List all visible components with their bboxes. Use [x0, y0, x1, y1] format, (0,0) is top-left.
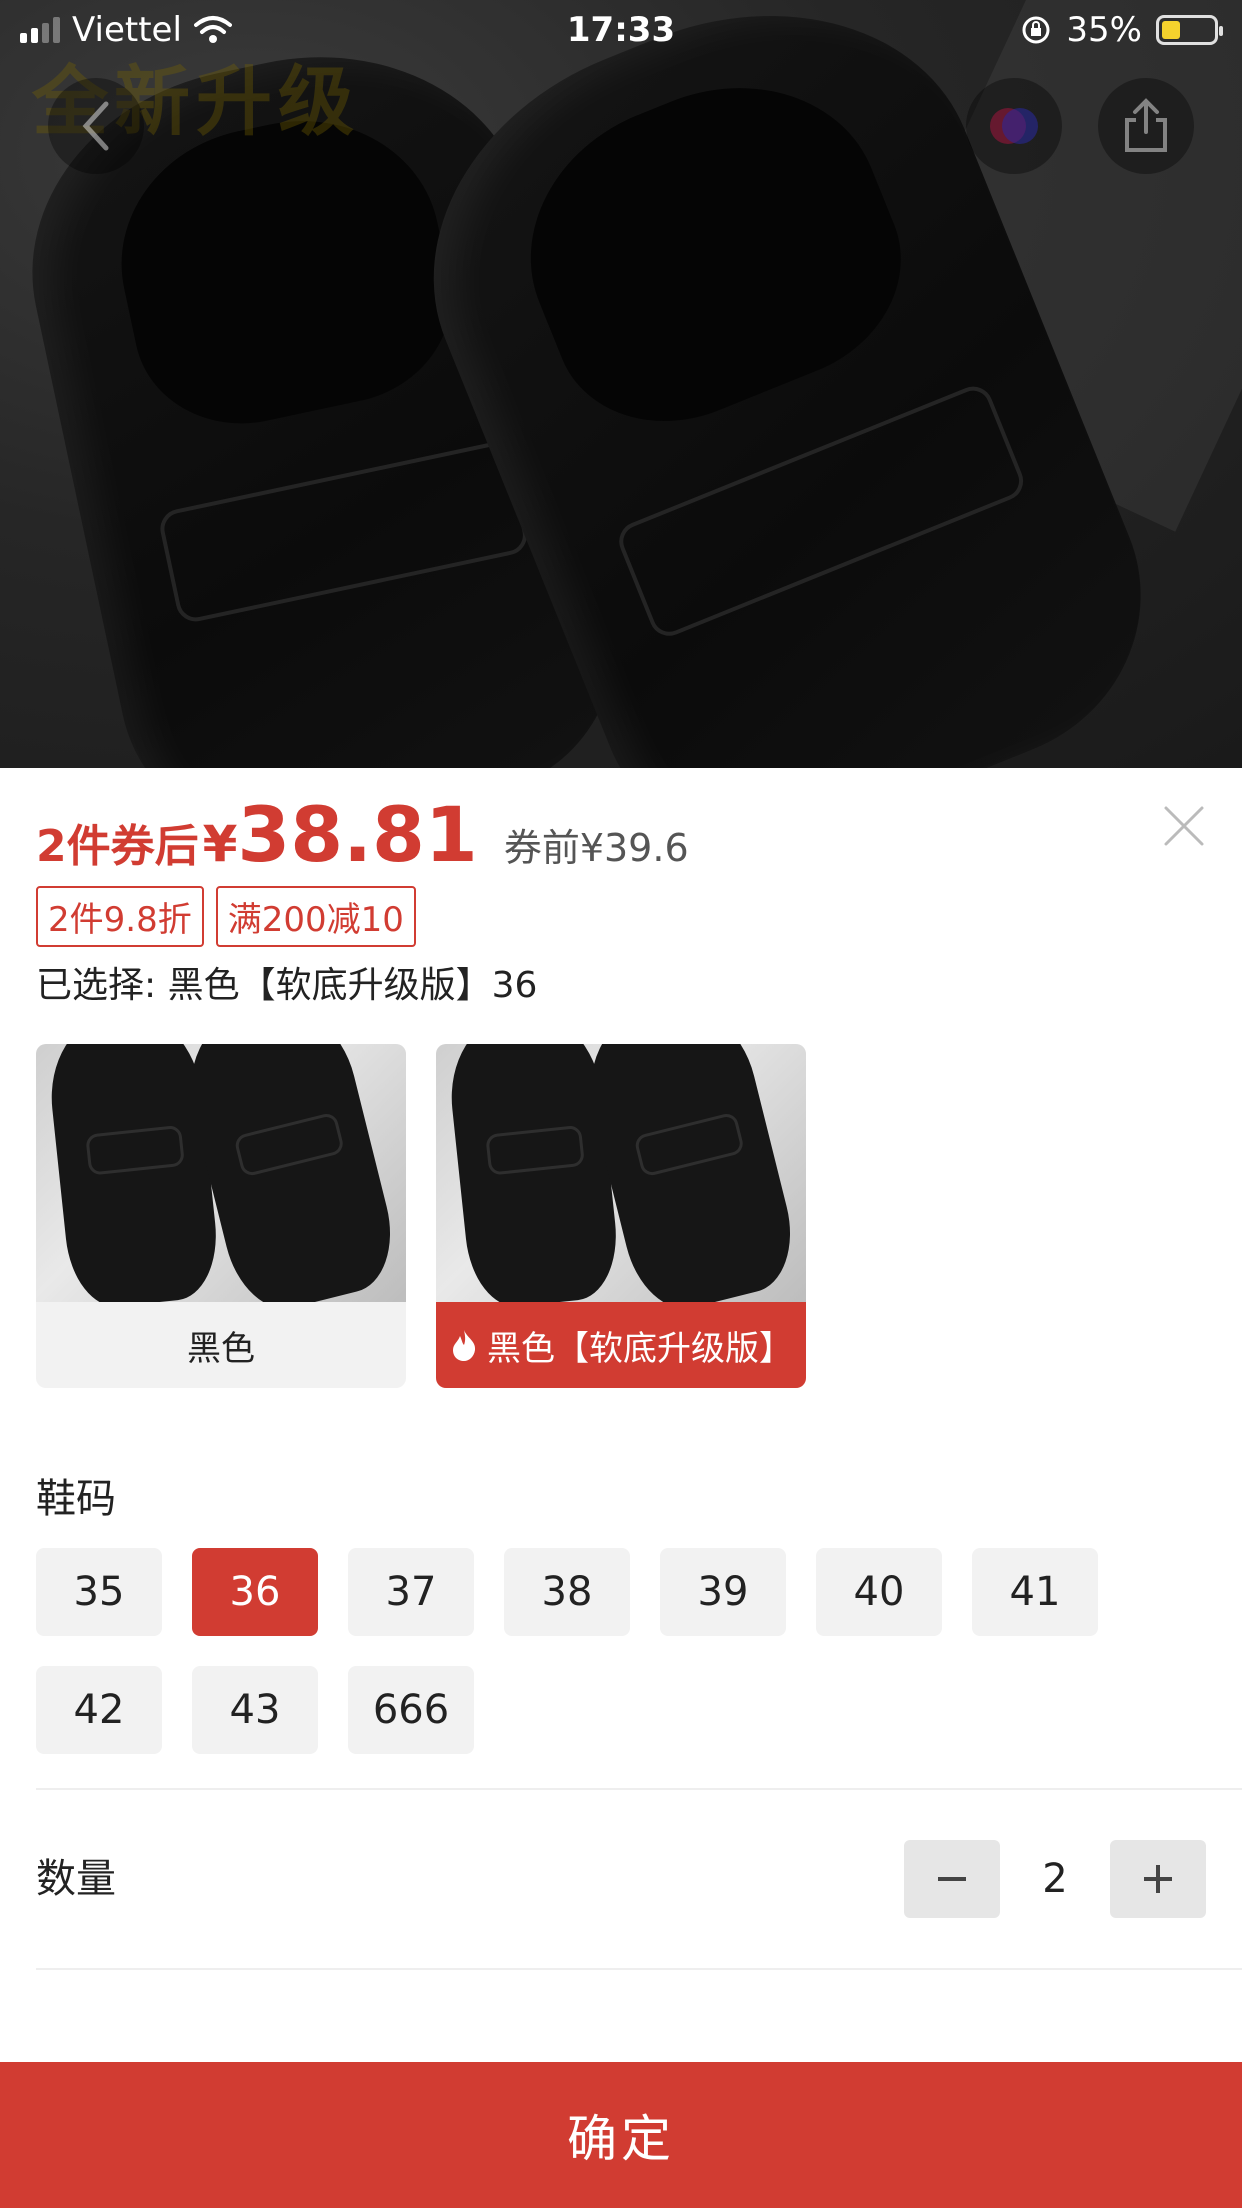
confirm-button[interactable]: 确定 [0, 2062, 1242, 2208]
quantity-stepper: 2 [904, 1840, 1206, 1918]
price-before-coupon: 券前¥39.6 [503, 826, 689, 870]
promo-tag: 满200减10 [215, 886, 416, 947]
price-currency: ¥ [202, 815, 238, 873]
size-option-41[interactable]: 41 [972, 1548, 1098, 1636]
variant-option-black-soft-sole[interactable]: 黑色【软底升级版】 [436, 1044, 806, 1388]
variant-label: 黑色【软底升级版】 [436, 1302, 806, 1388]
size-section-title: 鞋码 [36, 1476, 116, 1522]
price-row: 2件券后 ¥ 38.81 券前¥39.6 [36, 790, 689, 879]
flame-icon [453, 1330, 476, 1361]
divider [36, 1968, 1242, 1970]
variant-thumbnail [36, 1044, 406, 1302]
selected-summary: 已选择: 黑色【软底升级版】36 [36, 965, 538, 1006]
minus-icon [938, 1877, 966, 1881]
price-prefix: 2件券后 [36, 821, 199, 872]
status-bar: Viettel 17:33 35% [0, 0, 1242, 64]
favorite-button[interactable] [966, 78, 1062, 174]
increment-button[interactable] [1110, 1840, 1206, 1918]
size-option-42[interactable]: 42 [36, 1666, 162, 1754]
product-hero-image: 全新升级 Viettel 17:33 35% [0, 0, 1242, 768]
chevron-left-icon [82, 101, 109, 151]
battery-percent: 35% [1066, 10, 1142, 50]
size-option-37[interactable]: 37 [348, 1548, 474, 1636]
share-button[interactable] [1098, 78, 1194, 174]
battery-icon [1156, 15, 1223, 45]
quantity-title: 数量 [36, 1856, 116, 1902]
variant-label: 黑色 [36, 1302, 406, 1388]
size-option-43[interactable]: 43 [192, 1666, 318, 1754]
back-button[interactable] [48, 78, 144, 174]
size-option-40[interactable]: 40 [816, 1548, 942, 1636]
size-option-36[interactable]: 36 [192, 1548, 318, 1636]
variant-label-text: 黑色 [187, 1328, 255, 1369]
price-value: 38.81 [237, 790, 478, 879]
close-icon[interactable] [1162, 804, 1206, 848]
size-option-38[interactable]: 38 [504, 1548, 630, 1636]
decrement-button[interactable] [904, 1840, 1000, 1918]
promo-tags: 2件9.8折 满200减10 [36, 886, 416, 947]
quantity-value[interactable]: 2 [1000, 1856, 1110, 1902]
share-icon [1125, 98, 1167, 152]
variant-label-text: 黑色【软底升级版】 [487, 1328, 793, 1369]
size-option-39[interactable]: 39 [660, 1548, 786, 1636]
promo-tag: 2件9.8折 [36, 886, 204, 947]
variant-list: 黑色 黑色【软底升级版】 [36, 1044, 806, 1388]
brand-logo-icon [990, 108, 1038, 144]
plus-icon [1144, 1865, 1172, 1893]
size-option-35[interactable]: 35 [36, 1548, 162, 1636]
variant-option-black[interactable]: 黑色 [36, 1044, 406, 1388]
size-option-666[interactable]: 666 [348, 1666, 474, 1754]
variant-thumbnail [436, 1044, 806, 1302]
sku-selector-sheet: 2件券后 ¥ 38.81 券前¥39.6 2件9.8折 满200减10 已选择:… [0, 768, 1242, 2208]
divider [36, 1788, 1242, 1790]
rotation-lock-icon [1022, 16, 1050, 44]
size-options: 35 36 37 38 39 40 41 42 43 666 [36, 1548, 1216, 1754]
